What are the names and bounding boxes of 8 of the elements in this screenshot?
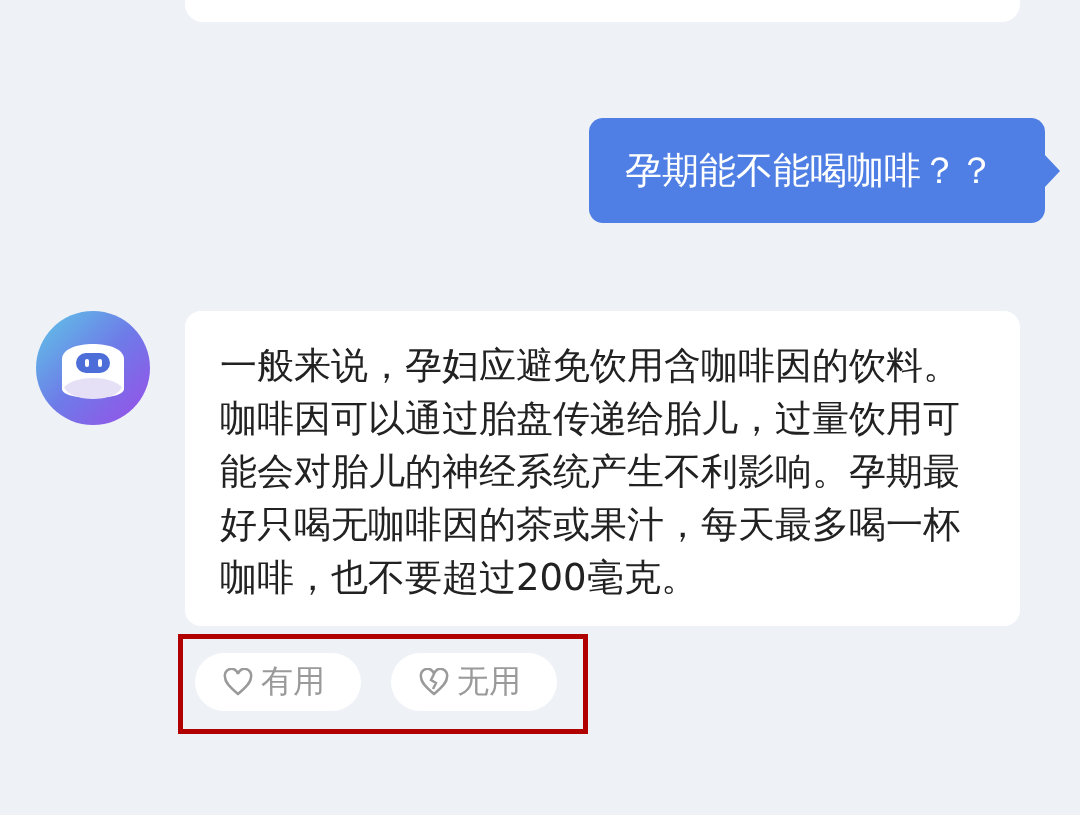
heart-icon — [223, 668, 253, 696]
bubble-tail-icon — [1044, 154, 1060, 188]
user-message: 孕期能不能喝咖啡？？ — [589, 118, 1045, 223]
bot-message: 一般来说，孕妇应避免饮用含咖啡因的饮料。咖啡因可以通过胎盘传递给胎儿，过量饮用可能会对胎儿的神经系统产生不利影响。孕期最好只喝无咖啡因的茶或果汁，每天最多喝一杯咖啡，也不要超过200毫克。 — [220, 343, 961, 601]
robot-avatar-icon — [36, 311, 150, 425]
useful-button[interactable]: 有用 — [195, 653, 361, 711]
useless-button[interactable]: 无用 — [391, 653, 557, 711]
broken-heart-icon — [419, 668, 449, 696]
